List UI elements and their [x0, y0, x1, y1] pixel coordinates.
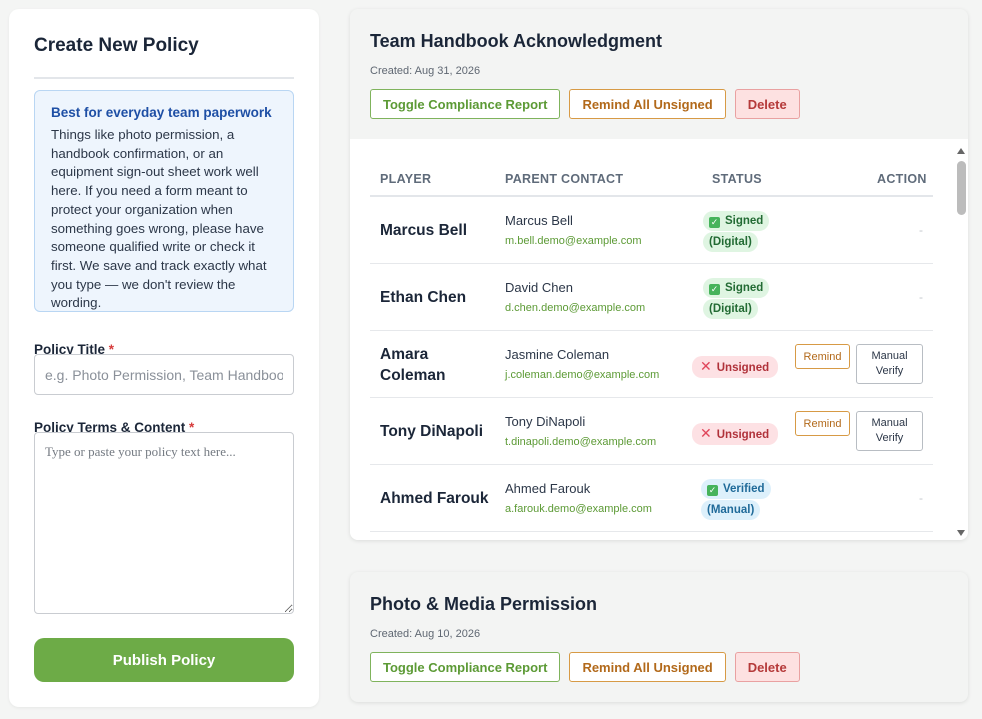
table-row: Tony DiNapoli Tony DiNapoli t.dinapoli.d…	[370, 398, 933, 465]
remind-all-unsigned-button[interactable]: Remind All Unsigned	[569, 89, 726, 119]
policy-title: Team Handbook Acknowledgment	[370, 31, 663, 51]
policy-card-handbook: Team Handbook Acknowledgment Created: Au…	[350, 9, 968, 540]
status-badge: ✓ Signed (Digital)	[703, 211, 770, 252]
parent-email: d.chen.demo@example.com	[505, 302, 646, 314]
create-policy-panel: Create New Policy Best for everyday team…	[9, 9, 319, 707]
manual-verify-button[interactable]: Manual Verify	[856, 344, 923, 384]
remind-button[interactable]: Remind	[795, 344, 850, 369]
header-status: STATUS	[712, 172, 762, 186]
table-row: Amara Coleman Jasmine Coleman j.coleman.…	[370, 331, 933, 398]
policy-title-input[interactable]	[34, 354, 294, 395]
header-player: PLAYER	[380, 172, 432, 186]
scroll-down-arrow-icon[interactable]	[957, 530, 965, 536]
parent-name: David Chen	[505, 280, 573, 295]
no-action: -	[919, 491, 923, 505]
header-action: ACTION	[877, 172, 927, 186]
parent-email: j.coleman.demo@example.com	[505, 369, 660, 381]
policy-content-textarea[interactable]	[34, 432, 294, 614]
compliance-report[interactable]: PLAYER PARENT CONTACT STATUS ACTION Marc…	[350, 139, 968, 540]
status-badge: ✓ Signed (Digital)	[703, 278, 770, 319]
info-body: Things like photo permission, a handbook…	[51, 127, 267, 311]
parent-email: m.bell.demo@example.com	[505, 235, 642, 247]
player-name: Ethan Chen	[380, 289, 467, 306]
policy-created-date: Created: Aug 31, 2026	[370, 65, 481, 77]
policy-title: Photo & Media Permission	[370, 594, 598, 614]
parent-name: Jasmine Coleman	[505, 347, 610, 362]
check-icon: ✓	[709, 284, 720, 295]
player-name: Amara Coleman	[380, 345, 446, 384]
panel-title: Create New Policy	[34, 35, 199, 56]
x-icon: ✕	[700, 425, 712, 441]
table-row: Marcus Bell Marcus Bell m.bell.demo@exam…	[370, 197, 933, 264]
parent-email: a.farouk.demo@example.com	[505, 503, 652, 515]
info-callout: Best for everyday team paperwork Things …	[34, 90, 294, 312]
no-action: -	[919, 290, 923, 304]
player-name: Marcus Bell	[380, 222, 468, 239]
policy-actions: Toggle Compliance Report Remind All Unsi…	[370, 652, 800, 682]
delete-policy-button[interactable]: Delete	[734, 652, 800, 682]
remind-all-unsigned-button[interactable]: Remind All Unsigned	[569, 652, 726, 682]
policy-created-date: Created: Aug 10, 2026	[370, 628, 481, 640]
check-icon: ✓	[709, 217, 720, 228]
parent-name: Tony DiNapoli	[505, 414, 586, 429]
compliance-table: PLAYER PARENT CONTACT STATUS ACTION Marc…	[370, 157, 933, 532]
x-icon: ✕	[700, 358, 712, 374]
policy-card-photo-media: Photo & Media Permission Created: Aug 10…	[350, 572, 968, 702]
scroll-up-arrow-icon[interactable]	[957, 148, 965, 154]
table-header: PLAYER PARENT CONTACT STATUS ACTION	[370, 157, 933, 197]
player-name: Tony DiNapoli	[380, 423, 484, 440]
parent-name: Marcus Bell	[505, 213, 573, 228]
table-row: Ethan Chen David Chen d.chen.demo@exampl…	[370, 264, 933, 331]
player-name: Ahmed Farouk	[380, 490, 489, 507]
status-badge: ✕ Unsigned	[692, 423, 779, 445]
info-heading: Best for everyday team paperwork	[51, 105, 272, 120]
table-row: Ahmed Farouk Ahmed Farouk a.farouk.demo@…	[370, 465, 933, 532]
parent-email: t.dinapoli.demo@example.com	[505, 436, 657, 448]
policy-actions: Toggle Compliance Report Remind All Unsi…	[370, 89, 800, 119]
table-scrollbar[interactable]	[954, 143, 968, 540]
publish-policy-button[interactable]: Publish Policy	[34, 638, 294, 682]
status-badge: ✕ Unsigned	[692, 356, 779, 378]
check-icon: ✓	[707, 485, 718, 496]
scroll-thumb[interactable]	[957, 161, 966, 215]
parent-name: Ahmed Farouk	[505, 481, 591, 496]
header-parent-contact: PARENT CONTACT	[505, 172, 624, 186]
toggle-compliance-report-button[interactable]: Toggle Compliance Report	[370, 652, 561, 682]
manual-verify-button[interactable]: Manual Verify	[856, 411, 923, 451]
toggle-compliance-report-button[interactable]: Toggle Compliance Report	[370, 89, 561, 119]
delete-policy-button[interactable]: Delete	[734, 89, 800, 119]
no-action: -	[919, 223, 923, 237]
status-badge: ✓ Verified (Manual)	[701, 479, 771, 520]
remind-button[interactable]: Remind	[795, 411, 850, 436]
title-divider	[34, 77, 294, 79]
